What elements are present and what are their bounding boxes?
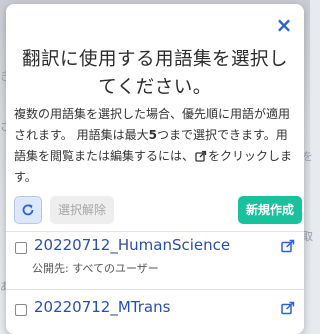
glossary-visibility: 公開先: すべてのユーザー — [32, 262, 159, 275]
open-glossary-icon[interactable] — [281, 239, 295, 253]
divider — [6, 231, 304, 232]
glossary-select-dialog: × 翻訳に使用する用語集を選択してください。 複数の用語集を選択した場合、優先順… — [6, 4, 304, 334]
deselect-button[interactable]: 選択解除 — [50, 196, 114, 224]
open-external-icon — [195, 150, 207, 162]
glossary-toolbar: 選択解除 新規作成 — [14, 196, 302, 224]
refresh-icon — [22, 204, 34, 216]
refresh-button[interactable] — [14, 196, 42, 224]
glossary-checkbox[interactable] — [15, 304, 27, 316]
glossary-list-item: 20220712_HumanScience 公開先: すべてのユーザー — [14, 235, 297, 288]
open-glossary-icon[interactable] — [281, 301, 295, 315]
close-icon[interactable]: × — [276, 15, 293, 35]
dialog-description: 複数の用語集を選択した場合、優先順に用語が適用されます。 用語集は最大5つまで選… — [14, 104, 297, 188]
glossary-name[interactable]: 20220712_MTrans — [34, 297, 170, 317]
create-new-glossary-button[interactable]: 新規作成 — [238, 196, 302, 224]
glossary-checkbox[interactable] — [15, 242, 27, 254]
dialog-title: 翻訳に使用する用語集を選択してください。 — [21, 49, 288, 98]
divider — [6, 289, 304, 290]
glossary-name[interactable]: 20220712_HumanScience — [34, 235, 230, 255]
glossary-list-item: 20220712_MTrans — [14, 297, 297, 330]
max-glossary-count: 5 — [148, 128, 157, 142]
